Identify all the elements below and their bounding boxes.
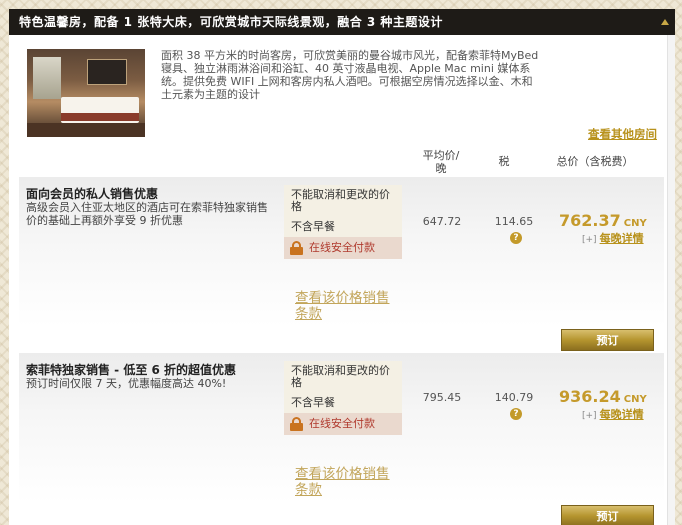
currency: CNY — [623, 394, 647, 405]
total-price: 936.24 CNY — [559, 387, 647, 406]
lock-icon — [290, 241, 303, 255]
currency: CNY — [623, 218, 647, 229]
cancel-policy: 不能取消和更改的价格 — [291, 188, 390, 213]
nightly-details-link[interactable]: 每晚详情 — [600, 408, 644, 421]
rate-title: 面向会员的私人销售优惠 — [26, 187, 159, 201]
total-price: 762.37 CNY — [559, 211, 647, 230]
total-amount: 762.37 — [559, 211, 621, 230]
rate-row: 面向会员的私人销售优惠 高级会员入住亚太地区的酒店可在索菲特独家销售价的基础上再… — [19, 177, 664, 351]
rate-conditions: 不能取消和更改的价格 不含早餐 在线安全付款 — [284, 361, 402, 435]
expand-icon[interactable]: [+] — [582, 411, 597, 421]
secure-payment-label: 在线安全付款 — [309, 417, 375, 430]
book-button[interactable]: 预订 — [561, 329, 654, 351]
room-offer-panel: 特色温馨房，配备 1 张特大床，可欣赏城市天际线景观，融合 3 种主题设计 面积… — [9, 9, 675, 525]
tax-amount: 114.65 — [494, 215, 534, 228]
vertical-scrollbar[interactable] — [667, 35, 675, 525]
nightly-details[interactable]: [+] 每晚详情 — [582, 406, 644, 422]
col-header-total: 总价（含税费） — [556, 155, 634, 168]
tax-amount: 140.79 — [494, 391, 534, 404]
view-other-rooms-link[interactable]: 查看其他房间 — [588, 126, 657, 142]
rate-title: 索菲特独家销售 - 低至 6 折的超值优惠 — [26, 363, 237, 377]
room-header: 特色温馨房，配备 1 张特大床，可欣赏城市天际线景观，融合 3 种主题设计 — [9, 9, 675, 35]
expand-icon[interactable]: [+] — [582, 235, 597, 245]
room-description: 面积 38 平方米的时尚客房，可欣赏美丽的曼谷城市风光，配备索菲特MyBed 寝… — [161, 49, 539, 101]
rate-conditions: 不能取消和更改的价格 不含早餐 在线安全付款 — [284, 185, 402, 259]
avg-price: 647.72 — [422, 215, 462, 228]
book-button[interactable]: 预订 — [561, 505, 654, 525]
room-title: 特色温馨房，配备 1 张特大床，可欣赏城市天际线景观，融合 3 种主题设计 — [19, 15, 443, 29]
total-amount: 936.24 — [559, 387, 621, 406]
collapse-arrow-icon[interactable] — [661, 19, 669, 25]
breakfast-info: 不含早餐 — [291, 396, 335, 409]
rate-subtitle: 预订时间仅限 7 天，优惠幅度高达 40%! — [26, 377, 227, 390]
rate-terms-link[interactable]: 查看该价格销售条款 — [295, 290, 395, 322]
rate-row: 索菲特独家销售 - 低至 6 折的超值优惠 预订时间仅限 7 天，优惠幅度高达 … — [19, 353, 664, 525]
nightly-details-link[interactable]: 每晚详情 — [600, 232, 644, 245]
room-photo[interactable] — [27, 49, 145, 137]
avg-price: 795.45 — [422, 391, 462, 404]
cancel-policy: 不能取消和更改的价格 — [291, 364, 390, 389]
tax-help-icon[interactable]: ? — [510, 232, 522, 244]
secure-payment-label: 在线安全付款 — [309, 241, 375, 254]
lock-icon — [290, 417, 303, 431]
col-header-avg: 平均价/晚 — [422, 149, 460, 175]
col-header-tax: 税 — [498, 155, 510, 168]
secure-payment-badge: 在线安全付款 — [284, 413, 402, 435]
nightly-details[interactable]: [+] 每晚详情 — [582, 230, 644, 246]
breakfast-info: 不含早餐 — [291, 220, 335, 233]
secure-payment-badge: 在线安全付款 — [284, 237, 402, 259]
tax-help-icon[interactable]: ? — [510, 408, 522, 420]
rate-subtitle: 高级会员入住亚太地区的酒店可在索菲特独家销售价的基础上再额外享受 9 折优惠 — [26, 201, 268, 227]
rate-terms-link[interactable]: 查看该价格销售条款 — [295, 466, 395, 498]
